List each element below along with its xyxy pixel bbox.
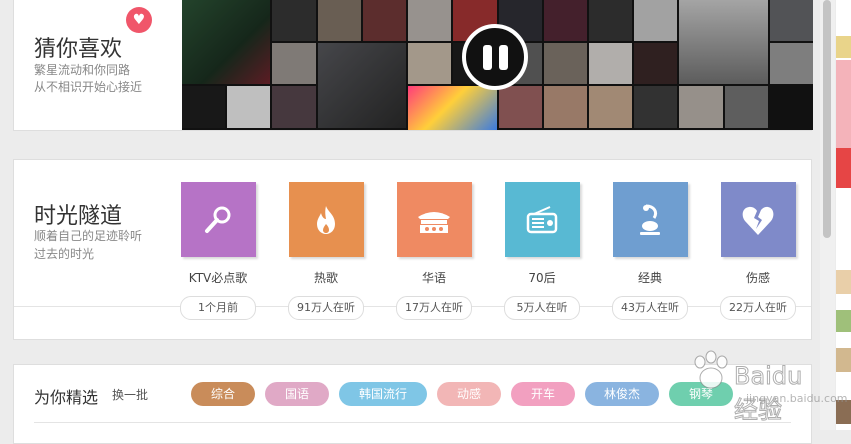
album-cover — [588, 86, 633, 128]
watermark-subtext: jingyan.baidu.com — [746, 392, 848, 405]
tag-jj-lin[interactable]: 林俊杰 — [585, 382, 659, 406]
side-banner — [836, 36, 851, 58]
album-cover — [634, 86, 678, 128]
radio-icon — [526, 205, 558, 233]
listener-count-badge: 5万人在听 — [504, 296, 580, 320]
category-label: 华语 — [421, 271, 446, 285]
guess-title: 猜你喜欢 — [34, 37, 123, 62]
category-label: 伤感 — [745, 271, 770, 285]
category-tile[interactable] — [612, 182, 688, 257]
listener-count-badge: 1个月前 — [180, 296, 256, 320]
album-cover — [634, 0, 678, 41]
album-cover — [769, 42, 813, 85]
listener-count-badge: 43万人在听 — [612, 296, 688, 320]
picks-title: 为你精选 — [34, 388, 99, 407]
tag-driving[interactable]: 开车 — [511, 382, 575, 406]
pause-button[interactable] — [462, 24, 528, 90]
category-hot[interactable]: 热歌 91万人在听 — [281, 182, 371, 320]
category-sad[interactable]: 伤感 22万人在听 — [713, 182, 803, 320]
microphone-icon — [205, 206, 231, 233]
scrollbar-thumb[interactable] — [823, 0, 831, 238]
tunnel-title: 时光隧道 — [34, 204, 123, 229]
category-chinese[interactable]: 华语 17万人在听 — [389, 182, 479, 320]
tag-kpop[interactable]: 韩国流行 — [339, 382, 427, 406]
side-panel-strip — [836, 0, 851, 430]
album-cover — [634, 42, 678, 85]
side-thumb — [836, 270, 851, 294]
album-cover — [272, 86, 316, 128]
tunnel-subtitle-2: 过去的时光 — [34, 247, 95, 261]
album-cover — [182, 86, 226, 128]
album-cover — [362, 0, 407, 41]
album-cover — [498, 86, 542, 128]
album-cover — [588, 0, 633, 41]
baidu-watermark: Baidu 经验 jingyan.baidu.com — [686, 340, 848, 425]
category-tile[interactable] — [396, 182, 472, 257]
guess-you-like-card: 猜你喜欢 繁星流动和你同路 从不相识开始心接近 ♥ — [13, 0, 813, 131]
listener-count-badge: 91万人在听 — [288, 296, 364, 320]
category-70s[interactable]: 70后 5万人在听 — [497, 182, 587, 320]
category-tile[interactable] — [288, 182, 364, 257]
album-cover — [408, 0, 452, 41]
pavilion-icon — [418, 211, 450, 233]
tag-dynamic[interactable]: 动感 — [437, 382, 501, 406]
category-label: 经典 — [637, 271, 662, 285]
category-label: 热歌 — [313, 271, 338, 285]
time-tunnel-card: 时光隧道 顺着自己的足迹聆听 过去的时光 KTV必点歌 1个月前 热歌 91万人… — [13, 159, 812, 340]
phonograph-icon — [640, 204, 660, 235]
heart-icon[interactable]: ♥ — [126, 7, 152, 33]
category-label: KTV必点歌 — [188, 271, 248, 285]
tag-mandarin[interactable]: 国语 — [265, 382, 329, 406]
album-cover — [317, 42, 407, 128]
album-cover — [272, 0, 316, 41]
side-thumb — [836, 310, 851, 332]
album-cover — [182, 0, 271, 85]
category-ktv[interactable]: KTV必点歌 1个月前 — [173, 182, 263, 320]
category-classic[interactable]: 经典 43万人在听 — [605, 182, 695, 320]
album-cover — [317, 0, 361, 41]
side-thumb — [836, 348, 851, 372]
paw-logo-icon — [694, 350, 728, 389]
tunnel-subtitle-1: 顺着自己的足迹聆听 — [34, 229, 143, 243]
tag-general[interactable]: 综合 — [191, 382, 255, 406]
side-banner — [836, 148, 851, 188]
album-cover — [588, 42, 633, 85]
pause-icon — [499, 45, 508, 70]
album-cover — [543, 42, 587, 85]
flame-icon — [317, 205, 335, 234]
guess-subtitle-2: 从不相识开始心接近 — [34, 80, 143, 94]
album-cover — [227, 86, 271, 128]
category-tile[interactable] — [720, 182, 796, 257]
album-cover — [543, 86, 587, 128]
album-cover — [769, 0, 813, 41]
category-tile[interactable] — [180, 182, 256, 257]
album-cover — [679, 86, 723, 128]
picks-divider — [34, 422, 791, 423]
listener-count-badge: 17万人在听 — [396, 296, 472, 320]
album-cover — [679, 0, 768, 85]
category-tile[interactable] — [504, 182, 580, 257]
broken-heart-icon — [742, 206, 774, 235]
album-cover — [543, 0, 587, 41]
guess-subtitle-1: 繁星流动和你同路 — [34, 63, 131, 77]
category-label: 70后 — [528, 271, 556, 285]
album-cover — [272, 42, 316, 85]
album-cover — [724, 86, 768, 128]
refresh-batch-link[interactable]: 换一批 — [112, 386, 148, 403]
album-cover — [408, 86, 497, 130]
album-cover — [408, 42, 452, 85]
listener-count-badge: 22万人在听 — [720, 296, 796, 320]
pause-icon — [483, 45, 492, 70]
